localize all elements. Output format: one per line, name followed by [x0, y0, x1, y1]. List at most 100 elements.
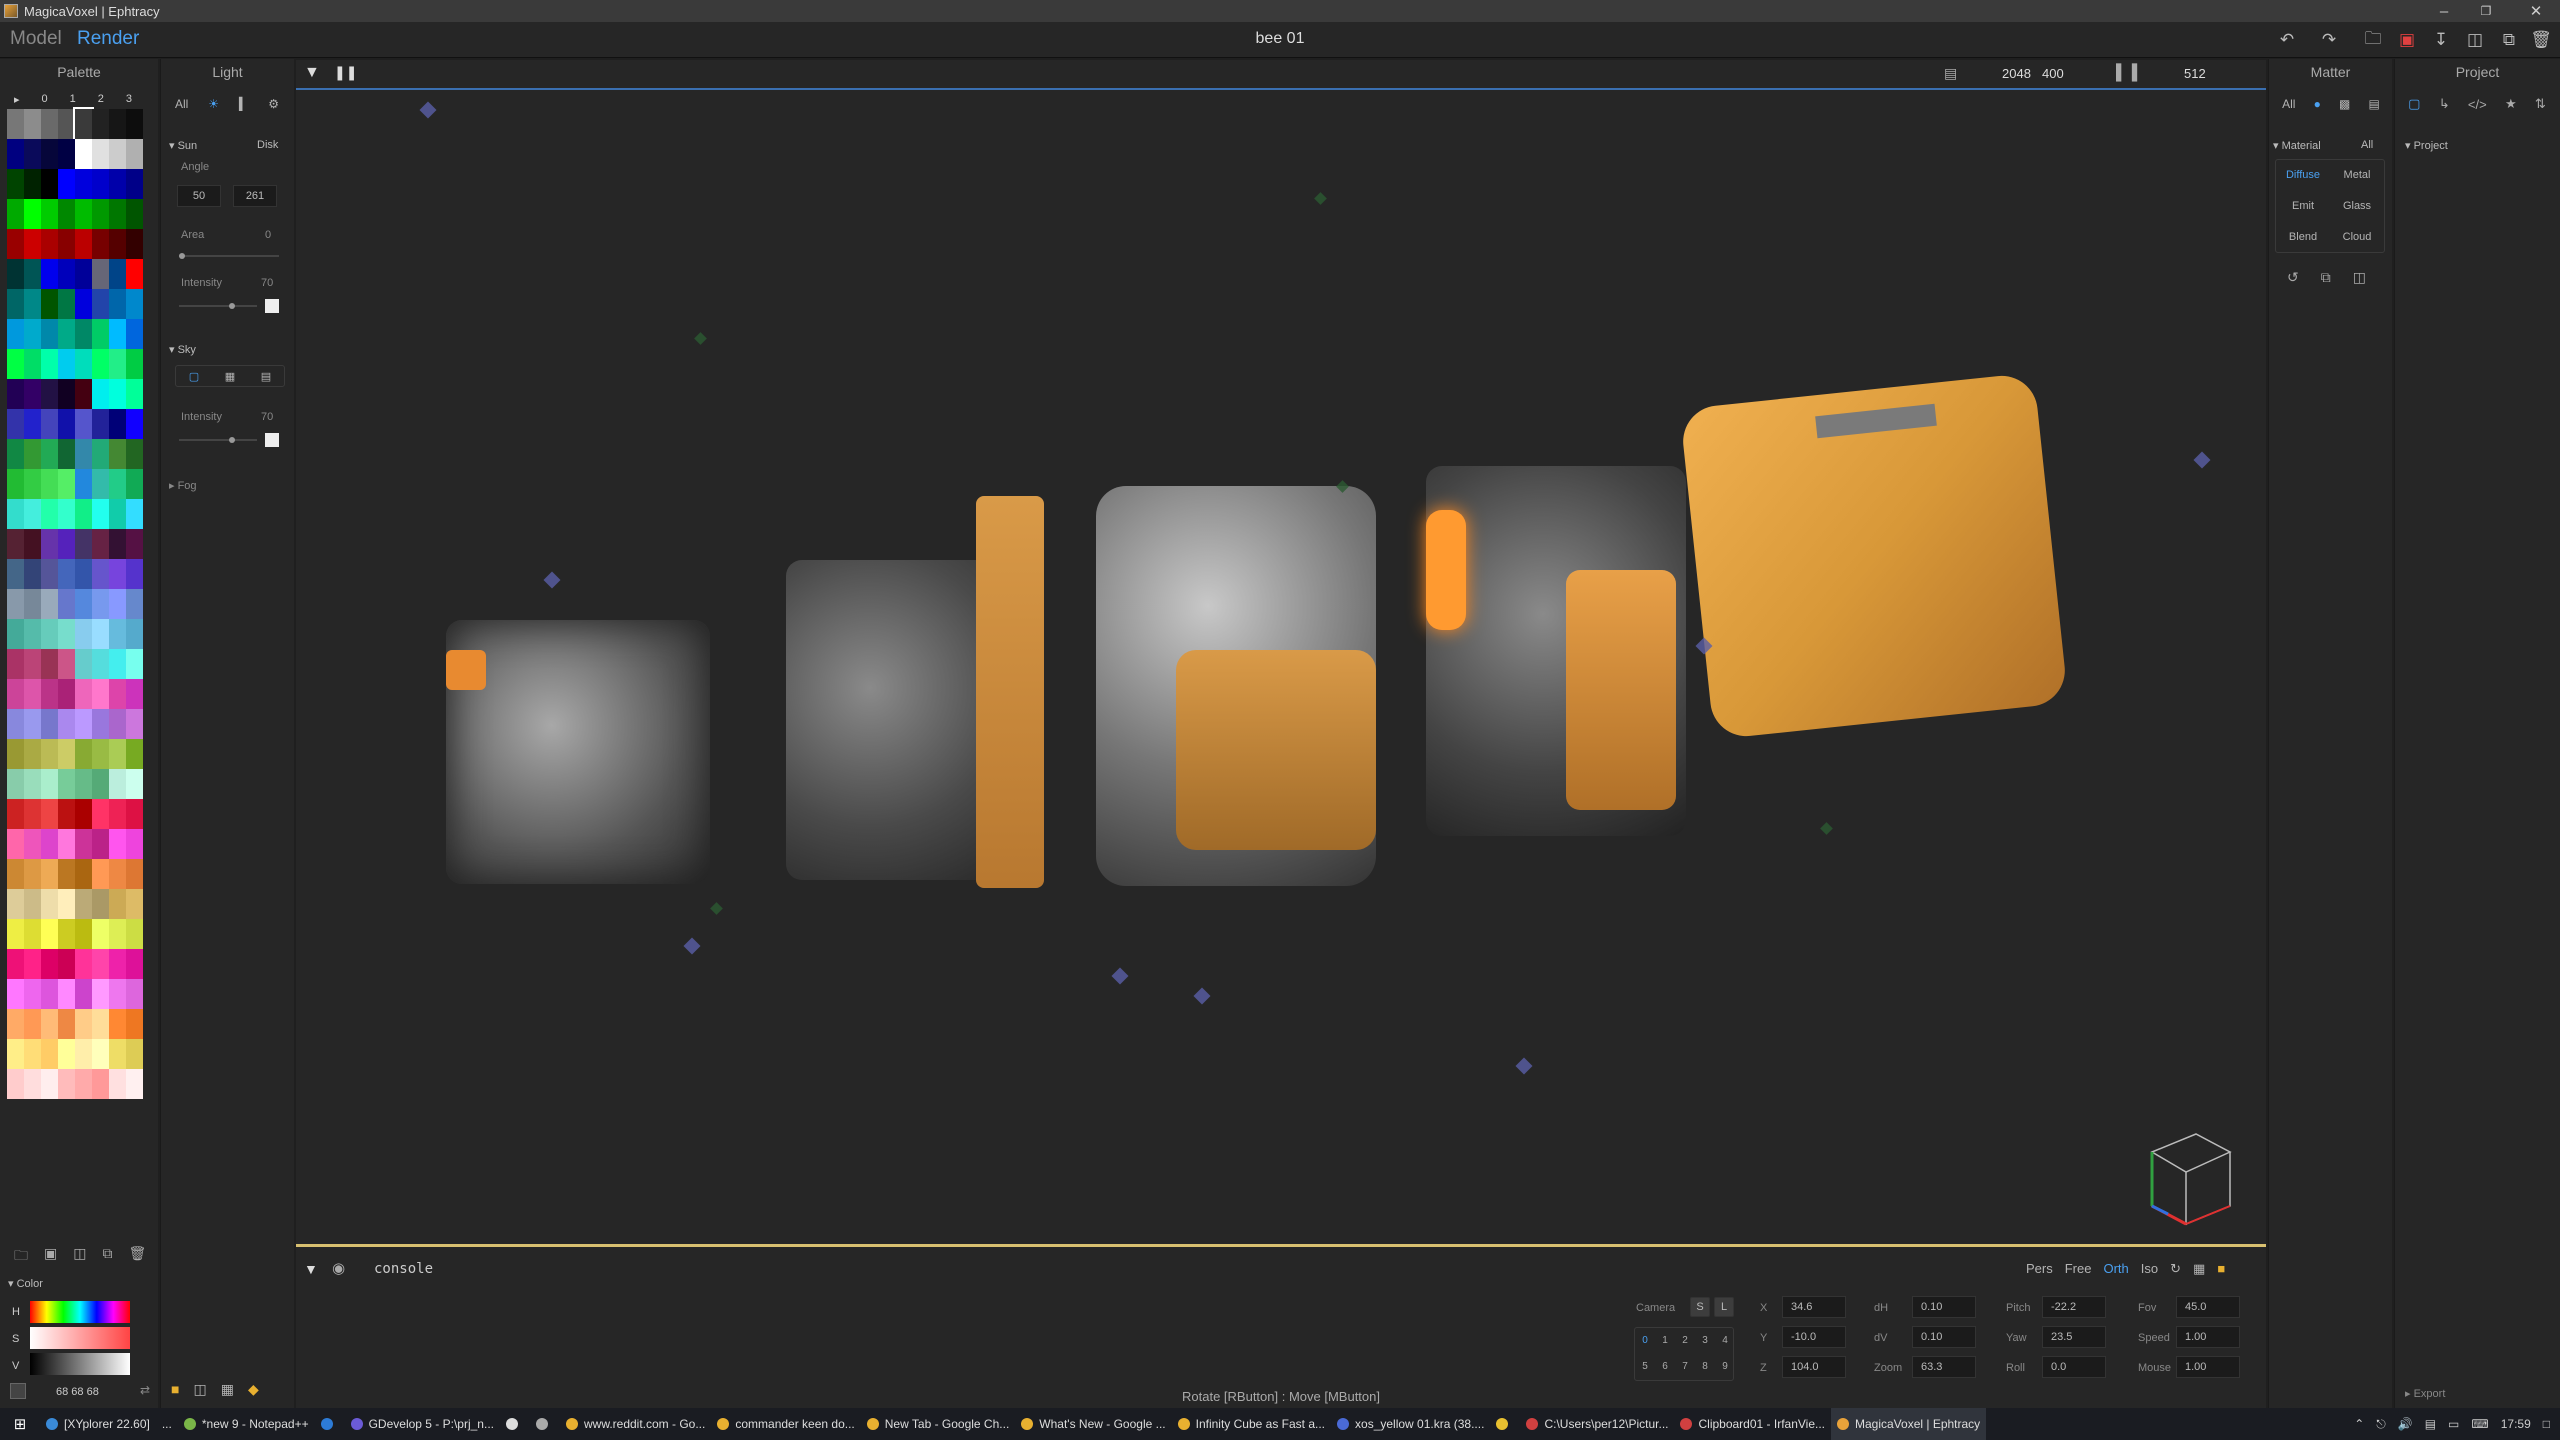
palette-swatch[interactable]: [58, 589, 75, 619]
palette-swatch[interactable]: [41, 319, 58, 349]
palette-swatch[interactable]: [109, 949, 126, 979]
palette-swatch[interactable]: [109, 229, 126, 259]
saturation-bar[interactable]: [30, 1327, 130, 1349]
palette-swatch[interactable]: [75, 469, 92, 499]
palette-swatch[interactable]: [75, 589, 92, 619]
palette-swatch[interactable]: [24, 1039, 41, 1069]
palette-swatch[interactable]: [24, 589, 41, 619]
palette-swatch[interactable]: [75, 139, 92, 169]
palette-swatch[interactable]: [58, 559, 75, 589]
palette-swatch[interactable]: [7, 109, 24, 139]
diamond-icon[interactable]: ◆: [248, 1381, 259, 1398]
palette-swatch[interactable]: [109, 169, 126, 199]
palette-swatch[interactable]: [126, 199, 143, 229]
palette-swatch[interactable]: [24, 1069, 41, 1099]
palette-swatch[interactable]: [58, 1069, 75, 1099]
stats-icon[interactable]: ▍: [239, 97, 248, 111]
viewport-collapse-icon[interactable]: ▼: [304, 64, 320, 82]
sky-color-swatch[interactable]: [265, 433, 279, 447]
palette-swatch[interactable]: [58, 199, 75, 229]
sun-icon[interactable]: ☀: [208, 97, 219, 111]
palette-swatch[interactable]: [126, 439, 143, 469]
palette-swatch[interactable]: [109, 859, 126, 889]
palette-swatch[interactable]: [109, 589, 126, 619]
reset-material-icon[interactable]: ↺: [2287, 269, 2299, 286]
palette-swatch[interactable]: [75, 829, 92, 859]
palette-grid[interactable]: [7, 107, 143, 1099]
fog-section[interactable]: ▸ Fog: [169, 479, 197, 492]
palette-swatch[interactable]: [126, 919, 143, 949]
palette-swatch[interactable]: [92, 709, 109, 739]
palette-swatch[interactable]: [58, 499, 75, 529]
palette-swatch[interactable]: [41, 859, 58, 889]
palette-swatch[interactable]: [7, 319, 24, 349]
palette-swatch[interactable]: [41, 529, 58, 559]
palette-swatch[interactable]: [92, 619, 109, 649]
material-diffuse[interactable]: Diffuse: [2276, 160, 2330, 191]
proj-orth[interactable]: Orth: [2103, 1261, 2128, 1277]
sky-image-icon[interactable]: ▤: [261, 370, 271, 383]
palette-swatch[interactable]: [24, 379, 41, 409]
palette-swatch[interactable]: [109, 769, 126, 799]
sun-intensity-slider[interactable]: [179, 303, 257, 309]
palette-swatch[interactable]: [92, 319, 109, 349]
palette-swatch[interactable]: [24, 739, 41, 769]
project-folder-icon[interactable]: ▢: [2408, 96, 2420, 112]
camera-slot-5[interactable]: 5: [1635, 1354, 1655, 1380]
palette-swatch[interactable]: [58, 799, 75, 829]
palette-swatch[interactable]: [7, 649, 24, 679]
copy-material-icon[interactable]: ⧉: [2321, 269, 2331, 286]
palette-swatch[interactable]: [24, 229, 41, 259]
taskbar-item[interactable]: ...: [156, 1408, 178, 1440]
palette-swatch[interactable]: [58, 469, 75, 499]
palette-swatch[interactable]: [41, 409, 58, 439]
palette-swatch[interactable]: [126, 559, 143, 589]
palette-swatch[interactable]: [75, 499, 92, 529]
palette-swatch[interactable]: [58, 679, 75, 709]
palette-swatch[interactable]: [7, 889, 24, 919]
reset-camera-icon[interactable]: ↻: [2170, 1261, 2181, 1277]
palette-swatch[interactable]: [126, 649, 143, 679]
palette-swatch[interactable]: [41, 619, 58, 649]
palette-swatch[interactable]: [126, 829, 143, 859]
palette-swatch[interactable]: [92, 739, 109, 769]
cam-yaw-input[interactable]: 23.5: [2042, 1326, 2106, 1348]
material-metal[interactable]: Metal: [2330, 160, 2384, 191]
copy-palette-icon[interactable]: ⧉: [102, 1245, 112, 1269]
palette-swatch[interactable]: [7, 289, 24, 319]
mode-render[interactable]: Render: [77, 28, 139, 50]
palette-swatch[interactable]: [41, 169, 58, 199]
palette-swatch[interactable]: [58, 1039, 75, 1069]
palette-swatch[interactable]: [75, 409, 92, 439]
sky-uniform-icon[interactable]: ▢: [189, 370, 199, 383]
taskbar-item[interactable]: MagicaVoxel | Ephtracy: [1831, 1408, 1987, 1440]
paste-material-icon[interactable]: ◫: [2353, 269, 2366, 286]
palette-swatch[interactable]: [75, 319, 92, 349]
palette-swatch[interactable]: [7, 829, 24, 859]
palette-swatch[interactable]: [109, 979, 126, 1009]
doc-icon[interactable]: ◫: [193, 1381, 206, 1398]
palette-swatch[interactable]: [75, 439, 92, 469]
palette-swatch[interactable]: [75, 679, 92, 709]
palette-swatch[interactable]: [92, 829, 109, 859]
palette-swatch[interactable]: [24, 769, 41, 799]
palette-swatch[interactable]: [126, 139, 143, 169]
restore-button[interactable]: ❐: [2470, 0, 2502, 22]
palette-swatch[interactable]: [109, 1069, 126, 1099]
palette-swatch[interactable]: [109, 409, 126, 439]
palette-swatch[interactable]: [58, 259, 75, 289]
palette-swatch[interactable]: [75, 919, 92, 949]
palette-swatch[interactable]: [41, 559, 58, 589]
tray-volume-icon[interactable]: 🔊: [2398, 1417, 2413, 1431]
palette-swatch[interactable]: [41, 259, 58, 289]
cam-dh-input[interactable]: 0.10: [1912, 1296, 1976, 1318]
palette-swatch[interactable]: [92, 469, 109, 499]
palette-swatch[interactable]: [24, 109, 41, 139]
palette-swatch[interactable]: [24, 259, 41, 289]
material-section[interactable]: ▾ Material: [2273, 139, 2321, 152]
palette-swatch[interactable]: [41, 589, 58, 619]
palette-swatch[interactable]: [41, 889, 58, 919]
palette-swatch[interactable]: [41, 349, 58, 379]
palette-swatch[interactable]: [24, 619, 41, 649]
palette-swatch[interactable]: [75, 529, 92, 559]
